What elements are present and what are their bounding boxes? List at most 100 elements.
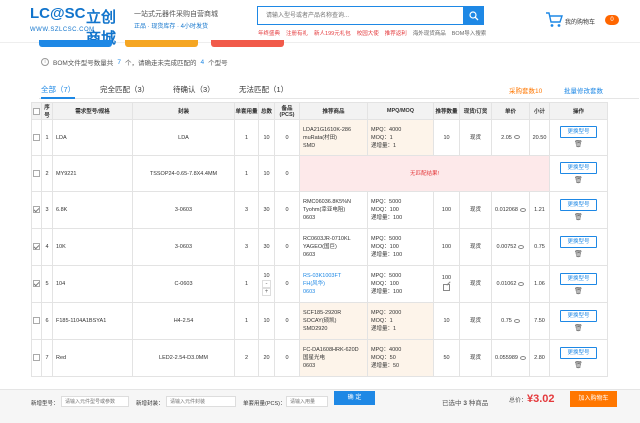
row-recommend[interactable]: RC0603JR-0710KL YAGEO(国巨) 0603 <box>299 228 368 266</box>
select-all-checkbox[interactable] <box>33 107 40 115</box>
row-number: 1 <box>41 119 53 156</box>
col-header: 备品(PCS) <box>274 102 300 120</box>
eye-icon[interactable] <box>519 355 526 360</box>
row-checkbox[interactable] <box>33 243 40 251</box>
row-stock: 现货 <box>459 191 492 229</box>
row-unit-qty: 1 <box>234 302 259 340</box>
search-input[interactable] <box>258 7 463 24</box>
plus-button[interactable]: + <box>262 288 271 296</box>
action-button-yellow[interactable] <box>125 40 198 47</box>
edit-icon[interactable] <box>443 284 450 291</box>
moq: MOQ：50 <box>371 355 396 361</box>
row-checkbox[interactable] <box>33 206 40 214</box>
trash-icon[interactable]: 🗑 <box>574 288 583 296</box>
row-actions: 更换型号 🗑 <box>549 265 608 303</box>
trash-icon[interactable]: 🗑 <box>574 141 583 149</box>
tab-all[interactable]: 全部（7） <box>41 84 76 99</box>
rec-brand: SOCAY(硕凯) <box>303 318 337 324</box>
quick-link[interactable]: BOM导入搜索 <box>452 29 487 38</box>
increment: 递增量：100 <box>371 252 403 258</box>
cart-count-badge: 0 <box>605 15 619 25</box>
quick-link[interactable]: 校园大使 <box>357 29 379 38</box>
row-total: 20 <box>258 339 275 377</box>
new-model-input[interactable] <box>61 396 129 407</box>
header-select-all[interactable] <box>31 102 42 120</box>
replace-model-button[interactable]: 更换型号 <box>560 198 597 211</box>
new-package-input[interactable] <box>166 396 236 407</box>
action-button-red[interactable] <box>211 40 284 47</box>
eye-icon[interactable] <box>518 281 525 286</box>
replace-model-button[interactable]: 更换型号 <box>560 126 597 138</box>
replace-model-button[interactable]: 更换型号 <box>560 235 597 248</box>
confirm-button[interactable]: 确 定 <box>334 391 375 405</box>
table-row: 3 6.8K 3-0603 3 30 0 RMC06036.8K5%N Tyohm… <box>31 191 608 229</box>
unit-qty-input[interactable] <box>286 396 328 407</box>
row-price: 0.75 <box>491 302 530 340</box>
tab-pending[interactable]: 待确认（3） <box>173 84 215 99</box>
row-mpq: MPQ：2000 MOQ：1 递增量：1 <box>367 302 434 340</box>
trash-icon[interactable]: 🗑 <box>574 177 583 185</box>
cart-label: 我的购物车 <box>565 20 596 26</box>
row-stock: 现货 <box>459 265 492 303</box>
row-number: 7 <box>41 339 53 377</box>
replace-model-button[interactable]: 更换型号 <box>560 272 597 285</box>
eye-icon[interactable] <box>513 318 520 323</box>
rec-part: LDA21G1610K-286 <box>303 126 352 133</box>
purchase-sets[interactable]: 采购套数10 <box>509 85 542 95</box>
row-spec: F185-1104A1BSYA1 <box>52 302 133 340</box>
quick-link[interactable]: 推荐返利 <box>385 29 407 38</box>
row-checkbox[interactable] <box>33 169 40 177</box>
tab-no-match[interactable]: 无法匹配（1） <box>239 84 288 99</box>
row-recommend[interactable]: SCF185-2920R SOCAY(硕凯) SMD2920 <box>299 302 368 340</box>
row-recommend[interactable]: FC-DA1608HRK-620D 国星光电 0603 <box>299 339 368 377</box>
notice-prefix: BOM文件型号数量共 <box>53 60 114 67</box>
quick-link[interactable]: 注册有礼 <box>286 29 308 38</box>
trash-icon[interactable]: 🗑 <box>574 362 583 370</box>
quick-link[interactable]: 海外现货商品 <box>413 29 446 38</box>
no-match-message: 无匹配结果! <box>299 155 550 192</box>
row-checkbox[interactable] <box>33 133 40 141</box>
row-recommend[interactable]: LDA21G1610K-286 muRata(村田) SMD <box>299 119 368 156</box>
eye-icon[interactable] <box>518 244 525 249</box>
row-subtotal: 1.21 <box>529 191 550 229</box>
row-package: 3-0603 <box>132 191 235 229</box>
trash-icon[interactable]: 🗑 <box>574 251 583 259</box>
row-recommend[interactable]: RMC06036.8K5%N Tyohm(幸亚电阻) 0603 <box>299 191 368 229</box>
increment: 递增量：100 <box>371 215 403 221</box>
row-number: 5 <box>41 265 53 303</box>
tab-full-match[interactable]: 完全匹配（3） <box>100 84 149 99</box>
replace-model-button[interactable]: 更换型号 <box>560 309 597 322</box>
action-button-blue[interactable] <box>39 40 112 47</box>
search-button[interactable] <box>463 6 484 25</box>
quick-link[interactable]: 年终盛典 <box>258 29 280 38</box>
col-header: 单价 <box>491 102 530 120</box>
moq: MOQ：100 <box>371 207 399 213</box>
cart-link[interactable]: 我的购物车 0 <box>545 10 625 32</box>
replace-model-button[interactable]: 更换型号 <box>560 346 597 359</box>
row-checkbox[interactable] <box>33 280 40 288</box>
row-total: 10 <box>258 302 275 340</box>
col-header: 封装 <box>132 102 235 120</box>
logo-url: WWW.SZLCSC.COM <box>30 27 95 33</box>
site-logo[interactable]: LC@SC 立创商城 WWW.SZLCSC.COM <box>30 5 130 47</box>
minus-button[interactable]: - <box>262 280 271 288</box>
notice-count: 7 <box>117 58 121 66</box>
trash-icon[interactable]: 🗑 <box>574 214 583 222</box>
row-checkbox[interactable] <box>33 317 40 325</box>
row-subtotal: 2.80 <box>529 339 550 377</box>
batch-edit-sets[interactable]: 批量修改套数 <box>564 85 603 95</box>
table-row: 2 MY9221 TSSOP24-0.65-7.8X4.4MM 1 10 0 无… <box>31 155 608 192</box>
selected-count: 3 <box>463 400 467 407</box>
eye-icon[interactable] <box>513 135 520 140</box>
row-checkbox[interactable] <box>33 354 40 362</box>
add-to-cart-button[interactable]: 加入购物车 <box>570 391 617 407</box>
row-unit-qty: 1 <box>234 265 259 303</box>
row-spec: Red <box>52 339 133 377</box>
row-mpq: MPQ：4000 MOQ：50 递增量：50 <box>367 339 434 377</box>
quick-link[interactable]: 新人199元礼包 <box>314 29 351 38</box>
eye-icon[interactable] <box>519 207 526 212</box>
replace-model-button[interactable]: 更换型号 <box>560 162 597 174</box>
trash-icon[interactable]: 🗑 <box>574 325 583 333</box>
row-recommend[interactable]: RS-03K1003FT FH(风华) 0603 <box>299 265 368 303</box>
row-unit-qty: 1 <box>234 119 259 156</box>
